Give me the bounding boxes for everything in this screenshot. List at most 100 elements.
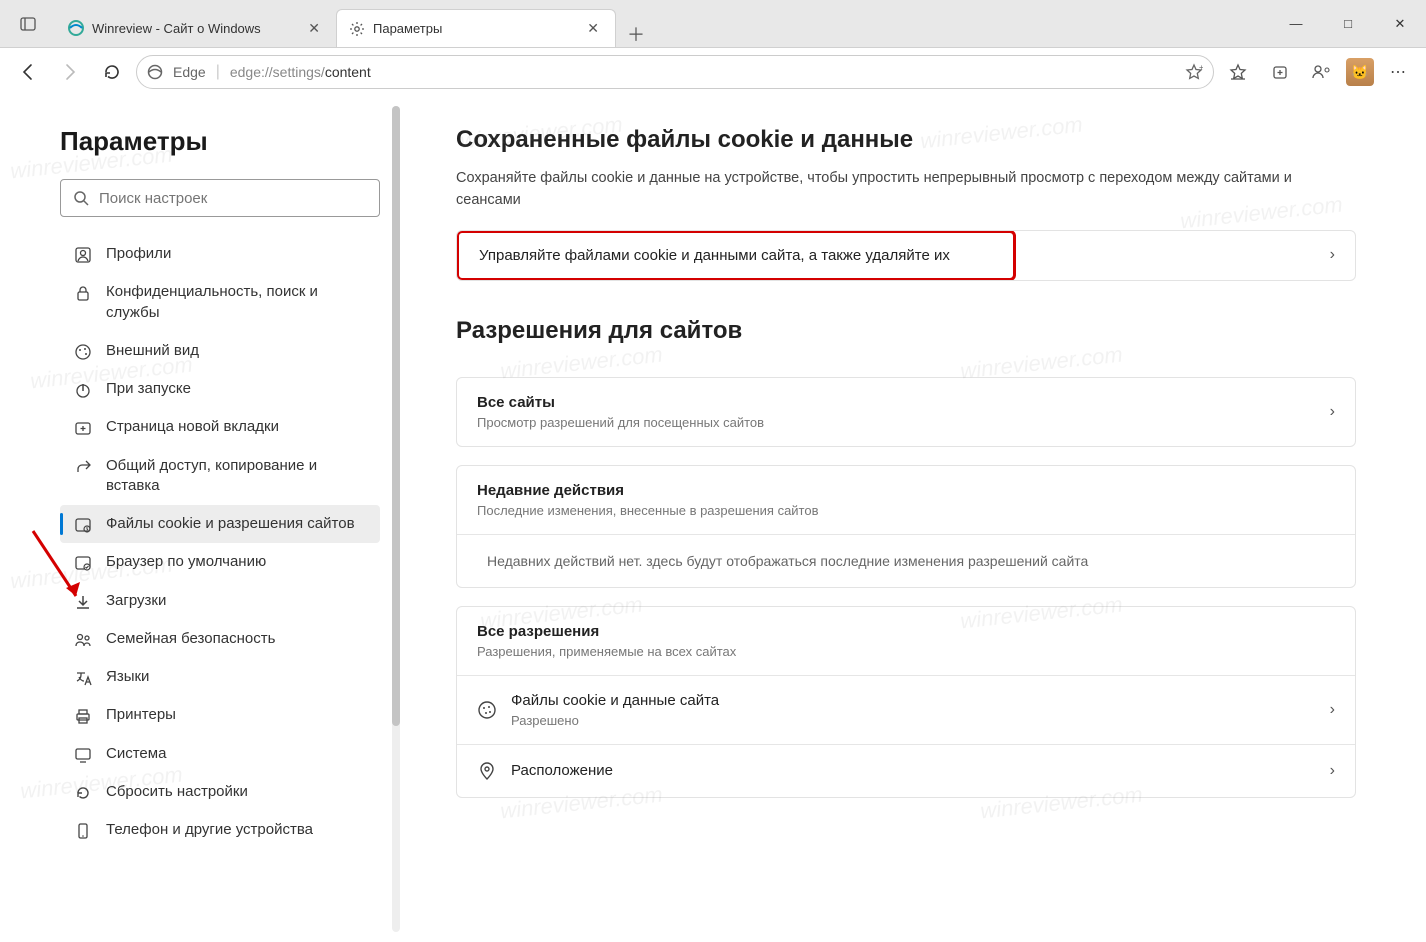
avatar[interactable]: 🐱 bbox=[1346, 58, 1374, 86]
close-tab-icon[interactable]: ✕ bbox=[304, 20, 324, 37]
sidebar-item-power[interactable]: При запуске bbox=[60, 370, 380, 408]
sidebar-item-default-browser[interactable]: Браузер по умолчанию bbox=[60, 543, 380, 581]
sidebar-item-label: Система bbox=[106, 744, 166, 764]
sidebar-item-label: Браузер по умолчанию bbox=[106, 552, 266, 572]
power-icon bbox=[74, 381, 92, 399]
perm-cookies-title: Файлы cookie и данные сайта bbox=[511, 692, 1316, 709]
svg-text:+: + bbox=[1199, 63, 1203, 72]
cookie-icon bbox=[477, 700, 497, 720]
perm-location-title: Расположение bbox=[511, 762, 1316, 779]
chevron-right-icon: › bbox=[1330, 246, 1335, 264]
sidebar-item-label: Общий доступ, копирование и вставка bbox=[106, 456, 368, 497]
tab-icon bbox=[74, 419, 92, 437]
favorites-button[interactable] bbox=[1220, 54, 1256, 90]
close-tab-icon[interactable]: ✕ bbox=[583, 20, 603, 37]
sidebar-item-reset[interactable]: Сбросить настройки bbox=[60, 773, 380, 811]
tab-title: Winreview - Сайт о Windows bbox=[92, 21, 261, 36]
phone-icon bbox=[74, 822, 92, 840]
tab-actions-button[interactable] bbox=[0, 0, 56, 47]
sidebar-item-label: Страница новой вкладки bbox=[106, 417, 279, 437]
settings-main: Сохраненные файлы cookie и данные Сохран… bbox=[400, 96, 1426, 942]
download-icon bbox=[74, 593, 92, 611]
sidebar-item-label: Телефон и другие устройства bbox=[106, 820, 313, 840]
manage-cookies-label: Управляйте файлами cookie и данными сайт… bbox=[479, 247, 993, 264]
recent-empty-text: Недавних действий нет. здесь будут отобр… bbox=[457, 535, 1355, 587]
sidebar-item-phone[interactable]: Телефон и другие устройства bbox=[60, 811, 380, 849]
sidebar-item-printer[interactable]: Принтеры bbox=[60, 696, 380, 734]
titlebar: Winreview - Сайт о Windows ✕ Параметры ✕… bbox=[0, 0, 1426, 48]
url-scheme-label: Edge bbox=[173, 64, 206, 80]
sidebar-item-profile[interactable]: Профили bbox=[60, 235, 380, 273]
sidebar-item-label: Языки bbox=[106, 667, 149, 687]
perm-cookies-sub: Разрешено bbox=[511, 713, 1316, 728]
all-sites-row[interactable]: Все сайты Просмотр разрешений для посеще… bbox=[456, 377, 1356, 447]
content-area: Параметры ПрофилиКонфиденциальность, пои… bbox=[0, 96, 1426, 942]
sidebar-item-cookie-perm[interactable]: Файлы cookie и разрешения сайтов bbox=[60, 505, 380, 543]
favorite-star-icon[interactable]: + bbox=[1185, 63, 1203, 81]
sidebar-item-system[interactable]: Система bbox=[60, 735, 380, 773]
lock-icon bbox=[74, 284, 92, 302]
profile-switch-button[interactable] bbox=[1304, 54, 1340, 90]
separator: | bbox=[216, 63, 220, 81]
share-icon bbox=[74, 458, 92, 476]
sidebar-item-share[interactable]: Общий доступ, копирование и вставка bbox=[60, 447, 380, 506]
new-tab-button[interactable]: ＋ bbox=[616, 21, 656, 47]
close-window-button[interactable]: ✕ bbox=[1374, 0, 1426, 47]
all-permissions-card: Все разрешения Разрешения, применяемые н… bbox=[456, 606, 1356, 798]
url-text: edge://settings/content bbox=[230, 64, 371, 80]
more-menu-button[interactable]: ⋯ bbox=[1380, 54, 1416, 90]
section-heading-permissions: Разрешения для сайтов bbox=[456, 317, 1356, 345]
chevron-right-icon: › bbox=[1330, 701, 1335, 719]
chevron-right-icon: › bbox=[1330, 403, 1335, 421]
collections-button[interactable] bbox=[1262, 54, 1298, 90]
sidebar-item-label: Принтеры bbox=[106, 705, 176, 725]
sidebar-item-label: Файлы cookie и разрешения сайтов bbox=[106, 514, 355, 534]
sidebar-item-label: Семейная безопасность bbox=[106, 629, 275, 649]
perm-cookies-row[interactable]: Файлы cookie и данные сайта Разрешено › bbox=[457, 676, 1355, 744]
all-sites-title: Все сайты bbox=[477, 394, 1316, 411]
recent-sub: Последние изменения, внесенные в разреше… bbox=[477, 503, 1335, 518]
settings-sidebar: Параметры ПрофилиКонфиденциальность, пои… bbox=[0, 96, 400, 942]
section-heading-cookies: Сохраненные файлы cookie и данные bbox=[456, 126, 1356, 154]
back-button[interactable] bbox=[10, 54, 46, 90]
edge-logo-icon bbox=[68, 20, 84, 36]
sidebar-scrollbar[interactable] bbox=[392, 106, 400, 932]
printer-icon bbox=[74, 707, 92, 725]
sidebar-item-family[interactable]: Семейная безопасность bbox=[60, 620, 380, 658]
chevron-right-icon: › bbox=[1330, 762, 1335, 780]
sidebar-item-tab[interactable]: Страница новой вкладки bbox=[60, 408, 380, 446]
tab-winreview[interactable]: Winreview - Сайт о Windows ✕ bbox=[56, 9, 336, 47]
sidebar-item-label: Загрузки bbox=[106, 591, 166, 611]
edge-logo-icon bbox=[147, 64, 163, 80]
minimize-button[interactable]: — bbox=[1270, 0, 1322, 47]
all-perm-sub: Разрешения, применяемые на всех сайтах bbox=[477, 644, 1335, 659]
sidebar-item-label: Конфиденциальность, поиск и службы bbox=[106, 282, 368, 323]
sidebar-item-lock[interactable]: Конфиденциальность, поиск и службы bbox=[60, 273, 380, 332]
search-input[interactable] bbox=[99, 190, 367, 207]
address-bar[interactable]: Edge | edge://settings/content + bbox=[136, 55, 1214, 89]
sidebar-item-label: Внешний вид bbox=[106, 341, 199, 361]
forward-button[interactable] bbox=[52, 54, 88, 90]
tab-title: Параметры bbox=[373, 21, 442, 36]
sidebar-item-download[interactable]: Загрузки bbox=[60, 582, 380, 620]
settings-search[interactable] bbox=[60, 179, 380, 217]
maximize-button[interactable]: □ bbox=[1322, 0, 1374, 47]
settings-nav: Профили Конфиденциальность, поиск и служб… bbox=[60, 235, 380, 849]
family-icon bbox=[74, 631, 92, 649]
manage-cookies-row[interactable]: Управляйте файлами cookie и данными сайт… bbox=[456, 230, 1356, 281]
sidebar-item-palette[interactable]: Внешний вид bbox=[60, 332, 380, 370]
sidebar-item-label: Сбросить настройки bbox=[106, 782, 248, 802]
palette-icon bbox=[74, 343, 92, 361]
search-icon bbox=[73, 190, 89, 206]
refresh-button[interactable] bbox=[94, 54, 130, 90]
recent-activity-card: Недавние действия Последние изменения, в… bbox=[456, 465, 1356, 588]
section-desc-cookies: Сохраняйте файлы cookie и данные на устр… bbox=[456, 168, 1356, 212]
scrollbar-thumb[interactable] bbox=[392, 106, 400, 726]
tab-settings[interactable]: Параметры ✕ bbox=[336, 9, 616, 47]
cookie-perm-icon bbox=[74, 516, 92, 534]
window-controls: — □ ✕ bbox=[1270, 0, 1426, 47]
sidebar-item-languages[interactable]: Языки bbox=[60, 658, 380, 696]
perm-location-row[interactable]: Расположение › bbox=[457, 745, 1355, 797]
sidebar-item-label: Профили bbox=[106, 244, 171, 264]
system-icon bbox=[74, 746, 92, 764]
